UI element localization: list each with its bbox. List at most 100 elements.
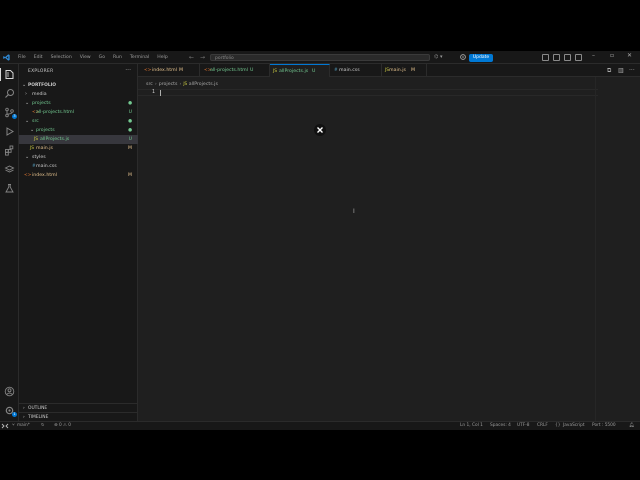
git-status-badge: M — [128, 173, 132, 178]
tree-label: index.html — [32, 173, 57, 178]
run-debug-icon[interactable] — [4, 126, 15, 137]
copilot-icon[interactable]: ⌬ ▾ — [434, 54, 448, 61]
git-status-badge: U — [128, 137, 132, 142]
account-icon[interactable] — [4, 386, 15, 397]
explorer-title: EXPLORER — [28, 69, 54, 74]
gear-icon[interactable] — [459, 53, 467, 61]
minimize-icon[interactable]: – — [592, 52, 595, 59]
manage-gear-icon[interactable]: 1 — [4, 405, 17, 417]
source-control-icon[interactable]: 3 — [4, 107, 17, 119]
tab-status: M — [411, 68, 416, 73]
workspace-root-label: PORTFOLIO — [28, 83, 57, 88]
git-status-dot: ● — [127, 101, 132, 106]
customize-layout-icon[interactable] — [575, 54, 582, 61]
editor-tabs: <> index.html M <> all-projects.html U J… — [138, 64, 640, 77]
menu-help[interactable]: Help — [157, 55, 167, 60]
cursor-position[interactable]: Ln 1, Col 1 — [460, 422, 483, 430]
tab-index-html[interactable]: <> index.html M — [138, 64, 200, 77]
tree-label: main.css — [36, 164, 57, 169]
encoding[interactable]: UTF-8 — [517, 422, 530, 430]
tab-main-css[interactable]: # main.css — [330, 64, 382, 77]
outline-section[interactable]: › OUTLINE — [19, 403, 138, 412]
manage-badge: 1 — [12, 412, 17, 417]
menu-selection[interactable]: Selection — [51, 55, 72, 60]
testing-icon[interactable] — [4, 183, 15, 194]
tree-folder-src[interactable]: ⌄ src ● — [19, 117, 138, 126]
open-changes-icon[interactable]: ▥ — [618, 67, 624, 74]
tree-label: media — [32, 92, 47, 97]
mouse-ibeam-icon: I — [353, 208, 355, 215]
git-branch[interactable]: main* — [17, 422, 30, 430]
command-center-label: portfolio — [215, 55, 234, 61]
close-window-icon[interactable]: ✕ — [627, 52, 632, 59]
language-mode[interactable]: JavaScript — [563, 422, 585, 430]
tree-folder-styles[interactable]: ⌄ styles — [19, 153, 138, 162]
search-icon[interactable] — [4, 88, 15, 99]
chevron-down-icon: ⌄ — [25, 154, 30, 160]
indentation[interactable]: Spaces: 4 — [490, 422, 511, 430]
tree-file-all-projects-html[interactable]: <> all-projects.html U — [19, 108, 138, 117]
close-overlay-icon[interactable] — [314, 124, 326, 136]
git-status-dot: ● — [127, 119, 132, 124]
remote-indicator[interactable] — [0, 422, 10, 430]
css-file-icon: # — [334, 68, 338, 73]
menu-terminal[interactable]: Terminal — [130, 55, 149, 60]
tab-label: main.js — [389, 68, 406, 73]
git-status-badge: M — [128, 146, 132, 151]
extensions-icon[interactable] — [4, 145, 15, 156]
sync-icon[interactable]: ↻ — [41, 422, 45, 430]
tab-status: M — [179, 68, 184, 73]
tree-file-index-html[interactable]: <> index.html M — [19, 171, 138, 180]
workspace-root[interactable]: ⌄ PORTFOLIO — [19, 81, 138, 90]
menu-file[interactable]: File — [18, 55, 26, 60]
menu-run[interactable]: Run — [113, 55, 122, 60]
tab-main-js[interactable]: JS main.js M — [382, 64, 427, 77]
menu-edit[interactable]: Edit — [34, 55, 43, 60]
tree-label: projects — [36, 128, 55, 133]
toggle-secondary-sidebar-icon[interactable] — [564, 54, 571, 61]
menu-view[interactable]: View — [80, 55, 91, 60]
timeline-section[interactable]: › TIMELINE — [19, 412, 138, 421]
tree-folder-media[interactable]: › media — [19, 90, 138, 99]
tab-allprojects-js[interactable]: JS allProjects.js U — [270, 64, 330, 77]
tab-label: main.css — [339, 68, 360, 73]
tab-status: U — [250, 68, 254, 73]
tree-folder-src-projects[interactable]: ⌄ projects ● — [19, 126, 138, 135]
braces-icon: {} — [555, 423, 561, 428]
tree-folder-projects[interactable]: ⌄ projects ● — [19, 99, 138, 108]
notifications-bell-icon[interactable]: 🔔︎ — [629, 422, 634, 430]
tab-label: index.html — [152, 68, 177, 73]
explorer-icon[interactable] — [0, 68, 15, 81]
forward-arrow-icon[interactable]: → — [200, 54, 205, 61]
more-actions-icon[interactable]: ··· — [125, 67, 131, 74]
command-center[interactable]: portfolio — [210, 54, 430, 61]
toggle-sidebar-icon[interactable] — [542, 54, 549, 61]
chevron-down-icon: ⌄ — [30, 127, 35, 133]
split-editor-icon[interactable]: ⧉ — [607, 67, 611, 75]
menu-go[interactable]: Go — [99, 55, 105, 60]
tree-label: styles — [32, 155, 46, 160]
end-of-line[interactable]: CRLF — [537, 422, 548, 430]
code-editor[interactable]: 1 I — [138, 77, 640, 421]
tab-all-projects-html[interactable]: <> all-projects.html U — [200, 64, 270, 77]
back-arrow-icon[interactable]: ← — [189, 54, 194, 61]
minimap-divider — [595, 77, 596, 421]
live-server-port[interactable]: Port : 5500 — [592, 422, 616, 430]
current-line-highlight — [138, 89, 598, 96]
line-number: 1 — [152, 90, 156, 95]
remote-explorer-icon[interactable] — [4, 164, 15, 175]
maximize-icon[interactable]: ▫ — [610, 52, 614, 59]
chevron-down-icon: ⌄ — [25, 118, 30, 124]
tab-label: all-projects.html — [210, 68, 249, 73]
tree-file-main-css[interactable]: # main.css — [19, 162, 138, 171]
js-file-icon: JS — [34, 137, 39, 142]
tree-label: projects — [32, 101, 51, 106]
tree-file-allprojects-js[interactable]: JS allProjects.js U — [19, 135, 138, 144]
tree-label: all-projects.html — [36, 110, 75, 115]
tree-file-main-js[interactable]: JS main.js M — [19, 144, 138, 153]
toggle-panel-icon[interactable] — [553, 54, 560, 61]
more-actions-icon[interactable]: ··· — [629, 67, 635, 74]
update-button[interactable]: Update — [469, 53, 493, 62]
problems-indicator[interactable]: ⊗ 0 ⚠ 0 — [54, 422, 71, 430]
chevron-down-icon: ⌄ — [22, 82, 27, 88]
